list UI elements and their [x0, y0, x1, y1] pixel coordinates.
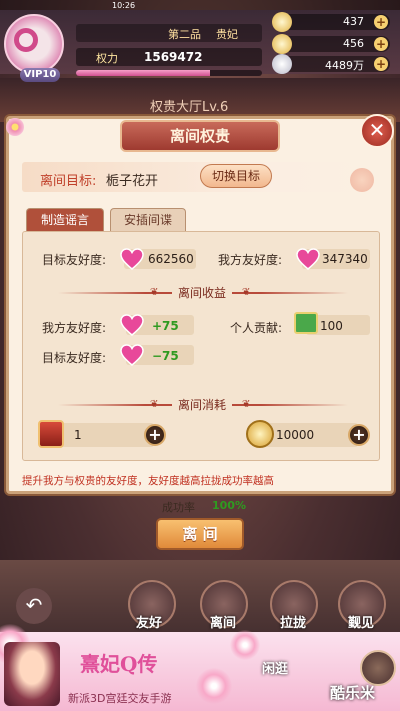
our-favor-label: 我方友好度: — [218, 253, 283, 267]
target-name: 栀子花开 — [106, 174, 159, 189]
sow-discord-button[interactable]: 离 间 — [156, 518, 244, 550]
resource-gold: 456 + — [272, 34, 390, 54]
gold-ingot-icon — [272, 34, 292, 54]
income-contrib-value: 100 — [320, 319, 343, 333]
menu-sow-discord-label: 离间 — [210, 616, 237, 631]
ad-portrait — [4, 642, 60, 706]
menu-audience-label: 觐见 — [348, 616, 375, 631]
silver-icon — [272, 54, 292, 74]
avatar-emblem-icon — [14, 28, 38, 52]
hint-text: 提升我方与权贵的友好度，友好度越高拉拢成功率越高 — [22, 475, 274, 487]
cost-silver-value: 10000 — [276, 428, 315, 442]
exp-bar — [76, 70, 262, 76]
add-item-button[interactable]: + — [144, 424, 166, 446]
resource-value: 456 — [343, 37, 364, 50]
blossom-icon — [230, 630, 260, 660]
resource-silver: 4489万 + — [272, 54, 390, 74]
player-rank: 第二品 — [168, 28, 201, 41]
menu-win-over-label: 拉拢 — [280, 616, 307, 631]
cost-item-value: 1 — [74, 428, 82, 442]
income-our-label: 我方友好度: — [42, 321, 107, 335]
knot-right-icon: ❦ — [242, 399, 251, 410]
target-label: 离间目标: — [40, 174, 97, 189]
watermark: 酷乐米 — [330, 684, 376, 702]
player-name-bar: 第二品 贵妃 — [76, 24, 262, 42]
silver-coin-icon — [246, 420, 274, 448]
target-favor-label: 目标友好度: — [42, 253, 107, 267]
income-target-value: −75 — [152, 349, 179, 363]
success-rate-value: 100% — [212, 499, 246, 512]
knot-left-icon: ❦ — [150, 287, 159, 298]
target-favor-value: 662560 — [148, 252, 194, 266]
income-title: 离间收益 — [172, 284, 233, 301]
side-character-button[interactable] — [360, 650, 396, 686]
income-contrib-label: 个人贡献: — [230, 321, 283, 335]
back-button[interactable]: ↶ — [16, 588, 52, 624]
power-bar: 权力 1569472 — [76, 48, 262, 66]
knot-left-icon: ❦ — [150, 399, 159, 410]
heart-icon — [120, 248, 144, 270]
power-value: 1569472 — [144, 50, 203, 64]
flower-decoration-icon — [6, 118, 24, 136]
income-our-value: +75 — [152, 319, 179, 333]
heart-icon — [296, 248, 320, 270]
blossom-icon — [196, 668, 232, 704]
add-silver-button[interactable]: + — [374, 57, 388, 71]
resource-value: 4489万 — [325, 59, 364, 72]
rumor-scroll-icon — [38, 420, 64, 448]
switch-target-button[interactable]: 切换目标 — [200, 164, 272, 188]
player-title: 贵妃 — [216, 28, 238, 41]
heart-icon — [120, 344, 144, 366]
exp-bar-fill — [76, 70, 210, 76]
ad-logo: 熹妃Q传 — [80, 652, 158, 676]
player-avatar[interactable] — [4, 14, 64, 74]
add-ingot-button[interactable]: + — [374, 15, 388, 29]
contribution-icon — [294, 312, 318, 334]
ad-tagline: 新派3D宫廷交友手游 — [68, 692, 172, 705]
menu-friendly-label: 友好 — [136, 616, 163, 631]
close-button[interactable]: ✕ — [360, 114, 394, 148]
success-rate-label: 成功率 — [162, 501, 195, 514]
add-gold-button[interactable]: + — [374, 37, 388, 51]
add-silver-button[interactable]: + — [348, 424, 370, 446]
vip-badge[interactable]: VIP10 — [20, 68, 60, 82]
tab-spread-rumors[interactable]: 制造谣言 — [26, 208, 104, 232]
knot-right-icon: ❦ — [242, 287, 251, 298]
hall-title: 权贵大厅Lv.6 — [150, 100, 229, 115]
our-favor-value: 347340 — [322, 252, 368, 266]
tab-plant-spy[interactable]: 安插间谍 — [110, 208, 186, 232]
stroll-label: 闲逛 — [262, 662, 289, 677]
income-target-label: 目标友好度: — [42, 351, 107, 365]
seal-decoration-icon — [350, 168, 374, 192]
heart-icon — [120, 314, 144, 336]
cost-title: 离间消耗 — [172, 396, 233, 413]
resource-value: 437 — [343, 15, 364, 28]
dialog-title: 离间权贵 — [120, 120, 280, 152]
player-hud: VIP10 第二品 贵妃 权力 1569472 437 + 456 + 4489… — [0, 10, 400, 82]
ingot-icon — [272, 12, 292, 32]
power-label: 权力 — [96, 52, 118, 65]
resource-ingot: 437 + — [272, 12, 390, 32]
